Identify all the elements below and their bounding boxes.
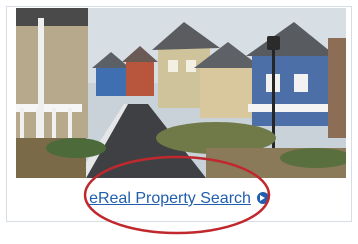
link-row: eReal Property Search	[0, 190, 358, 214]
houses-street-illustration	[16, 8, 346, 178]
ereal-property-search-link[interactable]: eReal Property Search	[89, 190, 251, 207]
circle-arrow-right-icon[interactable]	[256, 192, 269, 204]
houses-street-photo[interactable]	[16, 8, 346, 178]
